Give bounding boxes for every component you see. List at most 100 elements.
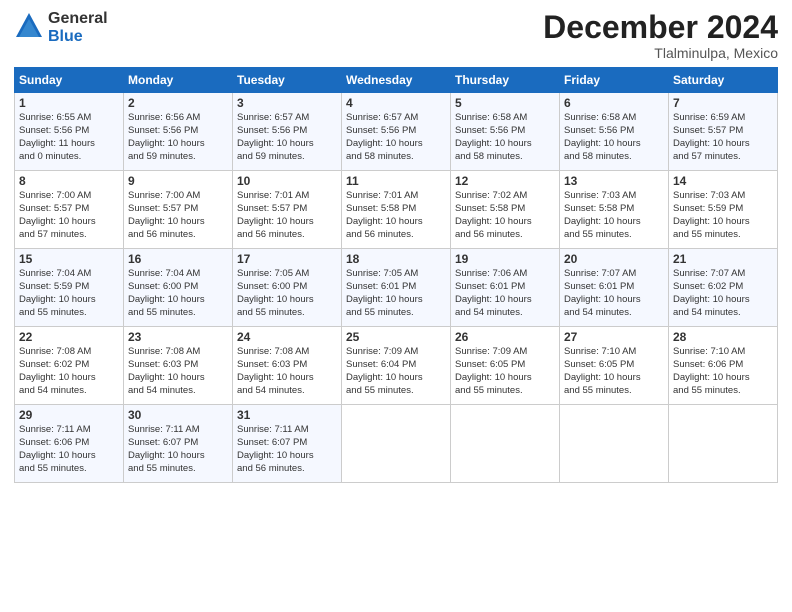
day-info: Sunrise: 7:11 AM Sunset: 6:06 PM Dayligh… (19, 424, 119, 475)
day-header-saturday: Saturday (669, 68, 778, 93)
day-number: 18 (346, 252, 446, 266)
calendar-cell: 10Sunrise: 7:01 AM Sunset: 5:57 PM Dayli… (233, 171, 342, 249)
day-number: 8 (19, 174, 119, 188)
day-number: 16 (128, 252, 228, 266)
calendar-cell: 16 Sunrise: 7:04 AM Sunset: 6:00 PM Dayli… (124, 249, 233, 327)
day-number: 22 (19, 330, 119, 344)
calendar-cell: 9 Sunrise: 7:00 AM Sunset: 5:57 PM Daylig… (124, 171, 233, 249)
day-number: 27 (564, 330, 664, 344)
calendar-cell: 30 Sunrise: 7:11 AM Sunset: 6:07 PM Dayli… (124, 405, 233, 483)
calendar-cell: 22 Sunrise: 7:08 AM Sunset: 6:02 PM Dayli… (15, 327, 124, 405)
calendar-week-5: 29Sunrise: 7:11 AM Sunset: 6:06 PM Dayli… (15, 405, 778, 483)
day-header-sunday: Sunday (15, 68, 124, 93)
calendar-cell: 3 Sunrise: 6:57 AM Sunset: 5:56 PM Daylig… (233, 93, 342, 171)
logo-icon (14, 11, 44, 41)
calendar-cell: 11Sunrise: 7:01 AM Sunset: 5:58 PM Dayli… (342, 171, 451, 249)
day-number: 3 (237, 96, 337, 110)
logo: General Blue (14, 10, 108, 46)
calendar-cell: 13 Sunrise: 7:03 AM Sunset: 5:58 PM Dayli… (560, 171, 669, 249)
calendar-cell: 31 Sunrise: 7:11 AM Sunset: 6:07 PM Dayli… (233, 405, 342, 483)
day-info: Sunrise: 7:11 AM Sunset: 6:07 PM Dayligh… (237, 424, 337, 475)
day-info: Sunrise: 6:59 AM Sunset: 5:57 PM Dayligh… (673, 112, 773, 163)
calendar-cell (669, 405, 778, 483)
day-number: 21 (673, 252, 773, 266)
main-container: General Blue December 2024 Tlalminulpa, … (0, 0, 792, 493)
day-number: 20 (564, 252, 664, 266)
day-info: Sunrise: 7:08 AM Sunset: 6:02 PM Dayligh… (19, 346, 119, 397)
calendar-cell: 8 Sunrise: 7:00 AM Sunset: 5:57 PM Daylig… (15, 171, 124, 249)
day-info: Sunrise: 7:08 AM Sunset: 6:03 PM Dayligh… (237, 346, 337, 397)
day-number: 9 (128, 174, 228, 188)
day-info: Sunrise: 7:07 AM Sunset: 6:01 PM Dayligh… (564, 268, 664, 319)
day-info: Sunrise: 6:57 AM Sunset: 5:56 PM Dayligh… (237, 112, 337, 163)
day-number: 11 (346, 174, 446, 188)
day-number: 10 (237, 174, 337, 188)
day-header-tuesday: Tuesday (233, 68, 342, 93)
day-info: Sunrise: 6:57 AM Sunset: 5:56 PM Dayligh… (346, 112, 446, 163)
day-number: 5 (455, 96, 555, 110)
day-info: Sunrise: 7:04 AM Sunset: 5:59 PM Dayligh… (19, 268, 119, 319)
day-info: Sunrise: 7:07 AM Sunset: 6:02 PM Dayligh… (673, 268, 773, 319)
calendar-cell (451, 405, 560, 483)
calendar-week-3: 15 Sunrise: 7:04 AM Sunset: 5:59 PM Dayli… (15, 249, 778, 327)
logo-blue: Blue (48, 28, 108, 46)
day-info: Sunrise: 7:03 AM Sunset: 5:58 PM Dayligh… (564, 190, 664, 241)
day-info: Sunrise: 7:00 AM Sunset: 5:57 PM Dayligh… (128, 190, 228, 241)
day-info: Sunrise: 7:08 AM Sunset: 6:03 PM Dayligh… (128, 346, 228, 397)
day-number: 12 (455, 174, 555, 188)
calendar-cell: 26 Sunrise: 7:09 AM Sunset: 6:05 PM Dayli… (451, 327, 560, 405)
calendar-cell: 21 Sunrise: 7:07 AM Sunset: 6:02 PM Dayli… (669, 249, 778, 327)
calendar-cell: 14Sunrise: 7:03 AM Sunset: 5:59 PM Dayli… (669, 171, 778, 249)
day-number: 13 (564, 174, 664, 188)
calendar-week-1: 1Sunrise: 6:55 AM Sunset: 5:56 PM Daylig… (15, 93, 778, 171)
header: General Blue December 2024 Tlalminulpa, … (14, 10, 778, 61)
day-number: 1 (19, 96, 119, 110)
calendar-header-row: SundayMondayTuesdayWednesdayThursdayFrid… (15, 68, 778, 93)
month-title: December 2024 (543, 10, 778, 45)
calendar-cell: 2Sunrise: 6:56 AM Sunset: 5:56 PM Daylig… (124, 93, 233, 171)
day-number: 25 (346, 330, 446, 344)
day-number: 28 (673, 330, 773, 344)
calendar-cell: 29Sunrise: 7:11 AM Sunset: 6:06 PM Dayli… (15, 405, 124, 483)
day-info: Sunrise: 7:06 AM Sunset: 6:01 PM Dayligh… (455, 268, 555, 319)
calendar-cell (342, 405, 451, 483)
day-info: Sunrise: 7:05 AM Sunset: 6:00 PM Dayligh… (237, 268, 337, 319)
calendar-cell: 27 Sunrise: 7:10 AM Sunset: 6:05 PM Dayli… (560, 327, 669, 405)
calendar-week-4: 22 Sunrise: 7:08 AM Sunset: 6:02 PM Dayli… (15, 327, 778, 405)
day-number: 15 (19, 252, 119, 266)
day-number: 19 (455, 252, 555, 266)
day-info: Sunrise: 7:03 AM Sunset: 5:59 PM Dayligh… (673, 190, 773, 241)
calendar-cell: 7 Sunrise: 6:59 AM Sunset: 5:57 PM Daylig… (669, 93, 778, 171)
calendar-table: SundayMondayTuesdayWednesdayThursdayFrid… (14, 67, 778, 483)
day-info: Sunrise: 7:10 AM Sunset: 6:05 PM Dayligh… (564, 346, 664, 397)
calendar-cell: 1Sunrise: 6:55 AM Sunset: 5:56 PM Daylig… (15, 93, 124, 171)
day-info: Sunrise: 7:04 AM Sunset: 6:00 PM Dayligh… (128, 268, 228, 319)
day-info: Sunrise: 7:11 AM Sunset: 6:07 PM Dayligh… (128, 424, 228, 475)
day-info: Sunrise: 6:56 AM Sunset: 5:56 PM Dayligh… (128, 112, 228, 163)
day-number: 26 (455, 330, 555, 344)
day-header-thursday: Thursday (451, 68, 560, 93)
calendar-cell: 18 Sunrise: 7:05 AM Sunset: 6:01 PM Dayli… (342, 249, 451, 327)
day-number: 7 (673, 96, 773, 110)
calendar-cell: 17 Sunrise: 7:05 AM Sunset: 6:00 PM Dayli… (233, 249, 342, 327)
day-number: 30 (128, 408, 228, 422)
calendar-cell: 6Sunrise: 6:58 AM Sunset: 5:56 PM Daylig… (560, 93, 669, 171)
day-number: 4 (346, 96, 446, 110)
calendar-cell: 5 Sunrise: 6:58 AM Sunset: 5:56 PM Daylig… (451, 93, 560, 171)
day-info: Sunrise: 7:00 AM Sunset: 5:57 PM Dayligh… (19, 190, 119, 241)
calendar-week-2: 8 Sunrise: 7:00 AM Sunset: 5:57 PM Daylig… (15, 171, 778, 249)
day-info: Sunrise: 6:58 AM Sunset: 5:56 PM Dayligh… (455, 112, 555, 163)
calendar-cell: 23Sunrise: 7:08 AM Sunset: 6:03 PM Dayli… (124, 327, 233, 405)
day-header-friday: Friday (560, 68, 669, 93)
day-info: Sunrise: 7:10 AM Sunset: 6:06 PM Dayligh… (673, 346, 773, 397)
calendar-cell: 20 Sunrise: 7:07 AM Sunset: 6:01 PM Dayli… (560, 249, 669, 327)
day-number: 17 (237, 252, 337, 266)
calendar-cell: 12Sunrise: 7:02 AM Sunset: 5:58 PM Dayli… (451, 171, 560, 249)
day-number: 31 (237, 408, 337, 422)
calendar-cell: 24Sunrise: 7:08 AM Sunset: 6:03 PM Dayli… (233, 327, 342, 405)
day-info: Sunrise: 7:09 AM Sunset: 6:05 PM Dayligh… (455, 346, 555, 397)
logo-general: General (48, 10, 108, 28)
day-info: Sunrise: 7:05 AM Sunset: 6:01 PM Dayligh… (346, 268, 446, 319)
day-info: Sunrise: 6:58 AM Sunset: 5:56 PM Dayligh… (564, 112, 664, 163)
calendar-cell: 15 Sunrise: 7:04 AM Sunset: 5:59 PM Dayli… (15, 249, 124, 327)
